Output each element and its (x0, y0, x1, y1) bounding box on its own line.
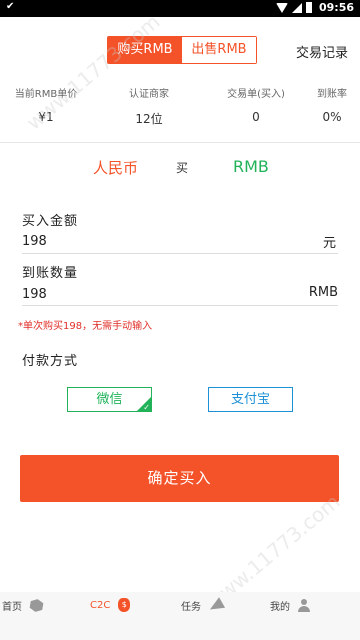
nav-label: 首页 (2, 602, 22, 613)
purchase-hint: *单次购买198，无需手动输入 (18, 321, 153, 332)
stat-value: ¥1 (38, 110, 54, 124)
trade-tabs: 购买RMB 出售RMB (107, 36, 257, 64)
nav-label: C2C (90, 599, 111, 611)
field-underline (22, 253, 338, 254)
payment-method-label: 付款方式 (22, 354, 79, 369)
status-icons (276, 2, 312, 13)
confirm-buy-button[interactable]: 确定买入 (20, 455, 339, 502)
trade-records-link[interactable]: 交易记录 (296, 42, 348, 61)
status-time: 09:56 (318, 1, 354, 14)
currency-row: 人民币 买 RMB (0, 157, 360, 181)
stat-value: 0 (252, 110, 260, 124)
payment-option-alipay[interactable]: 支付宝 (208, 387, 293, 412)
stat-arrival-rate: 到账率 0% (310, 85, 354, 124)
nav-mine[interactable]: 我的 (270, 598, 310, 613)
check-icon: ✓ (143, 403, 150, 412)
top-bar: 购买RMB 出售RMB 交易记录 (0, 17, 360, 79)
stat-value: 0% (322, 110, 342, 124)
currency-cny: 人民币 (93, 159, 139, 177)
status-bar: ✔ 09:56 (0, 0, 360, 17)
paper-plane-icon (206, 596, 226, 615)
stat-unit-price: 当前RMB单价 ¥1 (12, 85, 80, 124)
stat-certified-merchants: 认证商家 12位 (110, 85, 188, 127)
check-icon: ✔ (6, 1, 15, 12)
nav-tasks[interactable]: 任务 (181, 596, 226, 615)
money-bag-icon: $ (118, 598, 131, 612)
stat-label: 到账率 (317, 89, 347, 100)
receive-amount-unit: RMB (308, 285, 338, 300)
buy-amount-unit: 元 (322, 236, 336, 251)
stat-label: 交易单(买入) (227, 89, 285, 100)
divider (0, 142, 360, 143)
buy-amount-label: 买入金额 (22, 214, 79, 229)
stats-row: 当前RMB单价 ¥1 认证商家 12位 交易单(买入) 0 到账率 0% (0, 85, 360, 140)
nav-label: 我的 (270, 602, 290, 613)
box-icon (29, 598, 44, 613)
currency-direction: 买 (176, 161, 189, 175)
nav-home[interactable]: 首页 (2, 598, 43, 613)
stat-label: 认证商家 (129, 89, 169, 100)
tab-buy-rmb[interactable]: 购买RMB (108, 37, 182, 63)
bottom-nav: 首页 C2C $ 任务 我的 (0, 592, 360, 640)
stat-label: 当前RMB单价 (14, 89, 78, 100)
stat-trade-orders: 交易单(买入) 0 (222, 85, 290, 124)
stat-value: 12位 (135, 112, 163, 126)
currency-rmb: RMB (233, 157, 269, 176)
battery-icon (306, 2, 312, 13)
tab-sell-rmb[interactable]: 出售RMB (182, 37, 256, 63)
receive-amount-label: 到账数量 (22, 266, 79, 281)
nav-label: 任务 (181, 602, 201, 613)
nav-c2c[interactable]: C2C $ (90, 598, 131, 612)
buy-amount-field[interactable]: 198 (22, 234, 47, 249)
field-underline (22, 305, 338, 306)
payment-option-label: 微信 (96, 392, 123, 407)
wifi-icon (276, 2, 288, 13)
payment-option-wechat[interactable]: 微信 ✓ (67, 387, 152, 412)
signal-icon (292, 2, 302, 13)
payment-option-label: 支付宝 (230, 392, 270, 407)
receive-amount-field[interactable]: 198 (22, 287, 47, 302)
user-icon (298, 599, 310, 612)
